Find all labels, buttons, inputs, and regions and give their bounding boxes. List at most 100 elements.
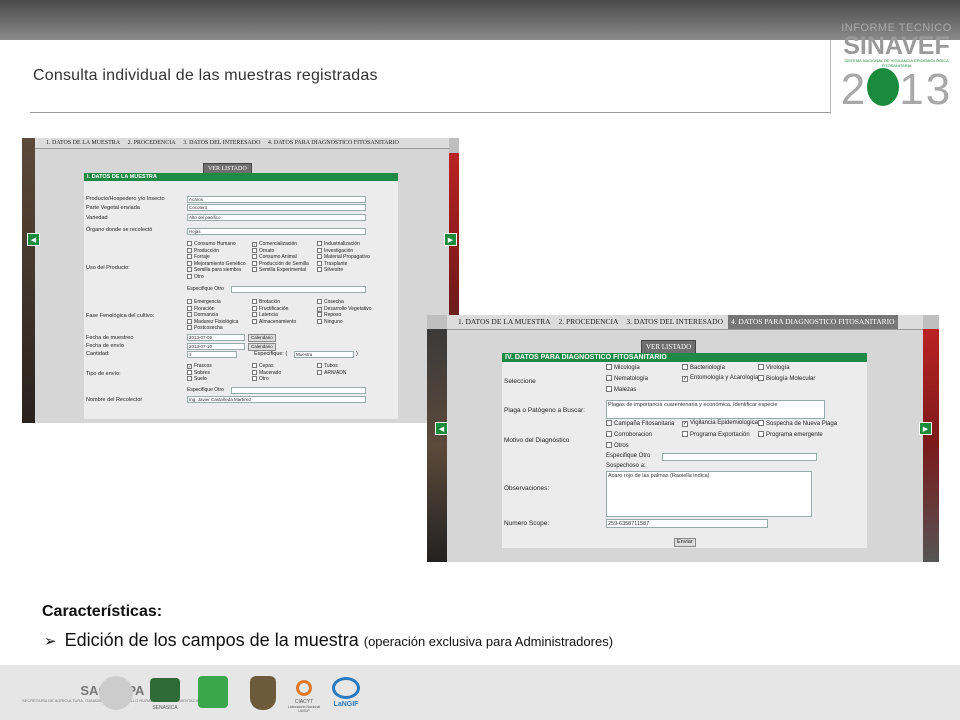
uso-option[interactable]: Producción [187, 247, 219, 254]
fase-option[interactable]: Almacenamiento [252, 318, 296, 325]
checkbox-icon[interactable] [317, 241, 322, 246]
seleccione-option[interactable]: Biología Molecular [758, 375, 815, 382]
uso-option[interactable]: Industrialización [317, 241, 360, 247]
uso-option[interactable]: Producción de Semilla [252, 260, 309, 267]
checkbox-icon[interactable] [606, 420, 612, 426]
uso-option[interactable]: Consumo Animal [252, 254, 297, 260]
checkbox-icon[interactable] [252, 247, 257, 253]
seleccione-option[interactable]: Bacteriología [682, 364, 725, 371]
tab-diagnostico[interactable]: 4. DATOS PARA DIAGNOSTICO FITOSANITARIO [265, 138, 402, 148]
checkbox-icon[interactable]: ✓ [187, 364, 192, 369]
motivo-option[interactable]: ✓ Vigilancia Epidemiologica [682, 420, 758, 427]
checkbox-icon[interactable]: ✓ [682, 376, 688, 382]
uso-option[interactable]: Mejoramiento Genético [187, 260, 246, 267]
checkbox-icon[interactable] [252, 260, 257, 266]
checkbox-icon[interactable] [187, 241, 192, 246]
tab-diagnostico[interactable]: 4. DATOS PARA DIAGNOSTICO FITOSANITARIO [727, 315, 898, 329]
uso-option[interactable]: Silvestre [317, 267, 343, 273]
checkbox-icon[interactable] [187, 260, 192, 266]
seleccione-option[interactable]: Malezas [606, 386, 636, 393]
uso-option[interactable]: Consumo Humano [187, 241, 236, 247]
checkbox-icon[interactable] [758, 375, 764, 381]
checkbox-icon[interactable] [317, 267, 322, 272]
checkbox-icon[interactable] [187, 312, 192, 317]
checkbox-icon[interactable] [758, 420, 764, 426]
checkbox-icon[interactable] [606, 386, 612, 392]
fase-option[interactable]: Dormancia [187, 312, 218, 318]
uso-option[interactable]: Investigación [317, 247, 353, 254]
checkbox-icon[interactable] [317, 312, 322, 317]
producto-input[interactable]: Acaros [187, 196, 366, 203]
checkbox-icon[interactable] [252, 369, 257, 375]
fase-option[interactable]: Latencia [252, 312, 278, 318]
envio-option[interactable]: Tubos [317, 363, 338, 369]
seleccione-option[interactable]: Nematología [606, 375, 648, 382]
checkbox-icon[interactable] [606, 431, 612, 437]
checkbox-icon[interactable]: ✓ [682, 421, 688, 427]
envio-option[interactable]: ARN/ADN [317, 369, 347, 376]
checkbox-icon[interactable] [606, 375, 612, 381]
checkbox-icon[interactable] [252, 312, 257, 317]
checkbox-icon[interactable] [187, 318, 192, 324]
uso-option[interactable]: Ornato [252, 247, 274, 254]
envio-option[interactable]: ✓ Frascos [187, 363, 212, 369]
cantidad-input[interactable]: 1 [187, 351, 237, 358]
motivo-option[interactable]: Otros [606, 442, 629, 449]
envio-option[interactable]: Otro [252, 376, 269, 382]
seleccione-option[interactable]: ✓ Entomología y Acarología [682, 375, 758, 382]
checkbox-icon[interactable]: ✓ [252, 242, 257, 247]
checkbox-icon[interactable] [606, 442, 612, 448]
checkbox-icon[interactable] [187, 247, 192, 253]
tab-procedencia[interactable]: 2. PROCEDENCIA [125, 138, 179, 148]
variedad-input[interactable]: Alto del pacifico [187, 214, 366, 221]
checkbox-icon[interactable] [252, 299, 257, 304]
checkbox-icon[interactable] [187, 305, 192, 311]
checkbox-icon[interactable] [317, 363, 322, 368]
checkbox-icon[interactable] [317, 254, 322, 259]
checkbox-icon[interactable] [187, 299, 192, 304]
next-arrow-icon[interactable]: ▶ [919, 422, 932, 435]
fase-option[interactable]: Fructificación [252, 305, 288, 312]
plaga-textarea[interactable]: Plagas de importancia cuarentenaria y ec… [606, 400, 825, 419]
checkbox-icon[interactable] [317, 369, 322, 375]
scope-input[interactable]: 259-6358711587 [606, 519, 768, 528]
motivo-especifique-otro-input[interactable] [662, 453, 817, 461]
checkbox-icon[interactable] [317, 260, 322, 266]
uso-option[interactable]: ✓ Comercialización [252, 241, 297, 247]
uso-option[interactable]: Otro [187, 273, 204, 280]
fase-option[interactable]: Reposo [317, 312, 341, 318]
checkbox-icon[interactable]: ✓ [317, 306, 322, 312]
uso-option[interactable]: Forraje [187, 254, 210, 260]
next-arrow-icon[interactable]: ▶ [444, 233, 457, 246]
checkbox-icon[interactable] [682, 431, 688, 437]
motivo-option[interactable]: Programa Exportación [682, 431, 750, 438]
prev-arrow-icon[interactable]: ◀ [27, 233, 40, 246]
prev-arrow-icon[interactable]: ◀ [435, 422, 448, 435]
enviar-button[interactable]: Enviar [674, 538, 696, 547]
checkbox-icon[interactable] [187, 376, 192, 381]
especifique-unidad-input[interactable]: Muestra [294, 351, 354, 358]
envio-option[interactable]: Cepas [252, 363, 273, 369]
calendario-button-muestreo[interactable]: Calendario [248, 334, 276, 342]
seleccione-option[interactable]: Micología [606, 364, 640, 371]
organo-input[interactable]: Hojas [187, 228, 366, 235]
checkbox-icon[interactable] [317, 299, 322, 304]
envio-option[interactable]: Sobres [187, 369, 210, 376]
fase-option[interactable]: Emergencia [187, 299, 221, 305]
envio-option[interactable]: Suelo [187, 376, 207, 382]
fase-option[interactable]: Floración [187, 305, 215, 312]
fase-option[interactable]: ✓ Desarrollo Vegetativo [317, 306, 372, 312]
fase-option[interactable]: Brotación [252, 299, 280, 305]
motivo-option[interactable]: Programa emergente [758, 431, 823, 438]
ver-listado-button[interactable]: VER LISTADO [641, 340, 697, 354]
checkbox-icon[interactable] [252, 267, 257, 272]
fase-option[interactable]: Cosecha [317, 299, 344, 305]
fase-option[interactable]: Ninguno [317, 318, 343, 325]
tab-procedencia[interactable]: 2. PROCEDENCIA [555, 315, 621, 329]
fase-option[interactable]: Postcosecha [187, 325, 223, 331]
checkbox-icon[interactable] [187, 325, 192, 330]
uso-option[interactable]: Material Propagativo [317, 254, 370, 260]
checkbox-icon[interactable] [187, 254, 192, 259]
uso-especifique-otro-input[interactable] [231, 286, 366, 293]
uso-option[interactable]: Trasplante [317, 260, 347, 267]
